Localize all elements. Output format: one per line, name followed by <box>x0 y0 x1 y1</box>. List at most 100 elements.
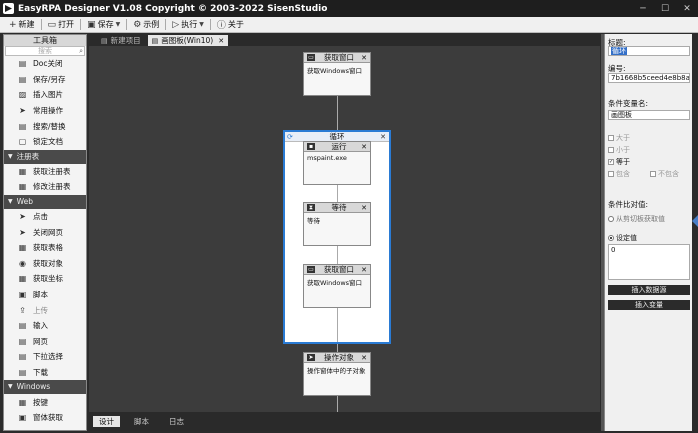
table-icon: ▦ <box>18 243 27 253</box>
about-button[interactable]: ⓘ 关于 <box>214 18 247 32</box>
toolbox-item[interactable]: ▣ 窗体获取 <box>4 410 86 426</box>
toolbox-item[interactable]: ▦ 修改注册表 <box>4 179 86 195</box>
toolbox-item-label: 输入 <box>33 321 48 331</box>
tab-design[interactable]: 设计 <box>93 416 120 427</box>
title-value: 循环 <box>611 47 627 55</box>
toolbar-divider <box>165 19 167 30</box>
example-button[interactable]: ⚙ 示例 <box>130 18 162 32</box>
close-icon[interactable]: ✕ <box>676 0 698 17</box>
toolbox-item[interactable]: ▤ Doc关闭 <box>4 56 86 72</box>
check-contains[interactable]: 包含 <box>608 169 630 179</box>
insert-variable-button[interactable]: 插入变量 <box>608 300 690 310</box>
toolbox-item[interactable]: ⇪ 上传 <box>4 302 86 318</box>
main-toolbar: + 新建 ▭ 打开 ▣ 保存 ▼ ⚙ 示例 ▷ 执行 ▼ ⓘ 关于 <box>0 17 698 33</box>
chevron-down-icon: ▼ <box>8 383 13 391</box>
check-greater[interactable]: 大于 <box>608 133 630 143</box>
close-icon[interactable]: ✕ <box>361 203 367 213</box>
toolbox-item[interactable]: ▢ 锁定文档 <box>4 134 86 150</box>
tab-script[interactable]: 脚本 <box>128 416 155 427</box>
search-icon[interactable]: ⌕ <box>79 47 83 55</box>
toolbox-group-registry[interactable]: ▼ 注册表 <box>4 149 86 164</box>
run-button[interactable]: ▷ 执行 ▼ <box>169 18 207 32</box>
title-field[interactable]: 循环 <box>608 46 690 56</box>
fixed-value-textarea[interactable]: 0 <box>608 244 690 280</box>
condition-variable-field[interactable]: 画图板 <box>608 110 690 120</box>
document-icon: ▤ <box>18 59 27 69</box>
toolbox-item-label: 修改注册表 <box>33 182 71 192</box>
node-body: mspaint.exe <box>307 154 347 162</box>
toolbox-item-label: 按键 <box>33 397 48 407</box>
toolbox-item-label: 下拉选择 <box>33 352 63 362</box>
check-less[interactable]: 小于 <box>608 145 630 155</box>
toolbox-group-windows[interactable]: ▼ Windows <box>4 380 86 395</box>
close-icon[interactable]: ✕ <box>361 265 367 275</box>
toolbox-item-label: 插入图片 <box>33 90 63 100</box>
toolbox-item[interactable]: ▤ 搜索/替换 <box>4 118 86 134</box>
play-icon: ▷ <box>172 19 180 30</box>
save-button-label: 保存 <box>97 20 114 29</box>
tab-new-project[interactable]: ▤ 新建项目 <box>97 35 145 46</box>
toolbox-group-label: 注册表 <box>16 151 40 161</box>
run-button-label: 执行 <box>181 20 198 29</box>
flow-node-operate-object[interactable]: ➤ 操作对象 ✕ 操作窗体中的子对象 <box>303 352 371 396</box>
new-button-label: 新建 <box>18 20 35 29</box>
node-body: 获取Windows窗口 <box>307 279 363 287</box>
node-header: ▪ 运行 ✕ <box>304 142 370 152</box>
tab-log[interactable]: 日志 <box>163 416 190 427</box>
radio-from-clipboard[interactable]: 从剪切板获取值 <box>608 214 665 224</box>
example-button-label: 示例 <box>143 20 160 29</box>
toolbox-group-web[interactable]: ▼ Web <box>4 194 86 209</box>
close-tab-icon[interactable]: ✕ <box>218 37 224 45</box>
flow-connector <box>337 344 338 352</box>
open-button[interactable]: ▭ 打开 <box>45 18 78 32</box>
toolbox-item[interactable]: ➤ 常用操作 <box>4 103 86 119</box>
toolbox-search-input[interactable]: 搜索 ⌕ <box>5 46 85 56</box>
toolbox-item[interactable]: ▦ 获取表格 <box>4 240 86 256</box>
document-icon: ▤ <box>101 36 108 45</box>
tab-paint-win10[interactable]: ▤ 画图板(Win10) ✕ <box>147 35 229 46</box>
toolbox-group-label: Web <box>16 196 33 206</box>
toolbox-item[interactable]: ▤ 输入 <box>4 318 86 334</box>
minimize-icon[interactable]: ─ <box>632 0 654 17</box>
flow-node-run[interactable]: ▪ 运行 ✕ mspaint.exe <box>303 141 371 185</box>
toolbox-item[interactable]: ◉ 获取对象 <box>4 256 86 272</box>
new-button[interactable]: + 新建 <box>6 18 38 32</box>
grid-icon: ▦ <box>18 274 27 284</box>
toolbox-item[interactable]: ▦ 获取注册表 <box>4 164 86 180</box>
toolbox-item-label: 网页 <box>33 336 48 346</box>
flow-node-get-window[interactable]: ▭ 获取窗口 ✕ 获取Windows窗口 <box>303 52 371 96</box>
window-icon: ▭ <box>307 54 315 61</box>
toolbox-item[interactable]: ▣ 脚本 <box>4 287 86 303</box>
check-label: 不包含 <box>658 170 679 178</box>
save-button[interactable]: ▣ 保存 ▼ <box>84 18 123 32</box>
close-icon[interactable]: ✕ <box>361 53 367 63</box>
maximize-icon[interactable]: ☐ <box>654 0 676 17</box>
toolbox-item[interactable]: ▦ 按键 <box>4 394 86 410</box>
flow-node-wait[interactable]: ⧗ 等待 ✕ 等待 <box>303 202 371 246</box>
search-placeholder: 搜索 <box>38 47 52 55</box>
close-icon[interactable]: ✕ <box>361 353 367 363</box>
chevron-down-icon[interactable]: ▼ <box>199 21 204 28</box>
close-icon[interactable]: ✕ <box>380 132 386 142</box>
check-not-contains[interactable]: 不包含 <box>650 169 679 179</box>
check-equal[interactable]: ✓ 等于 <box>608 157 630 167</box>
toolbox-item[interactable]: ▤ 下拉选择 <box>4 349 86 365</box>
toolbox-item[interactable]: ▨ 插入图片 <box>4 87 86 103</box>
toolbox-item[interactable]: ▦ 获取坐标 <box>4 271 86 287</box>
tab-label: 画图板(Win10) <box>161 36 214 45</box>
id-field[interactable]: 7b1668b5ceed4e8b8a2 <box>608 73 690 83</box>
toolbox-item[interactable]: ▤ 网页 <box>4 334 86 350</box>
radio-fixed-value[interactable]: 设定值 <box>608 233 637 243</box>
script-icon: ▣ <box>18 290 27 300</box>
toolbox-item[interactable]: ▤ 下载 <box>4 365 86 381</box>
close-icon[interactable]: ✕ <box>361 142 367 152</box>
dropdown-icon: ▤ <box>18 352 27 362</box>
flow-canvas[interactable]: ▭ 获取窗口 ✕ 获取Windows窗口 ⟳ 循环 ✕ ▪ 运行 ✕ mspai… <box>89 46 600 412</box>
toolbox-item[interactable]: ➤ 点击 <box>4 209 86 225</box>
toolbox-item[interactable]: ▤ 保存/另存 <box>4 72 86 88</box>
toolbox-item[interactable]: ➤ 关闭网页 <box>4 224 86 240</box>
insert-datasource-button[interactable]: 插入数据源 <box>608 285 690 295</box>
collapse-panel-icon[interactable] <box>692 215 698 227</box>
chevron-down-icon[interactable]: ▼ <box>116 21 121 28</box>
flow-node-get-window-inner[interactable]: ▭ 获取窗口 ✕ 获取Windows窗口 <box>303 264 371 308</box>
